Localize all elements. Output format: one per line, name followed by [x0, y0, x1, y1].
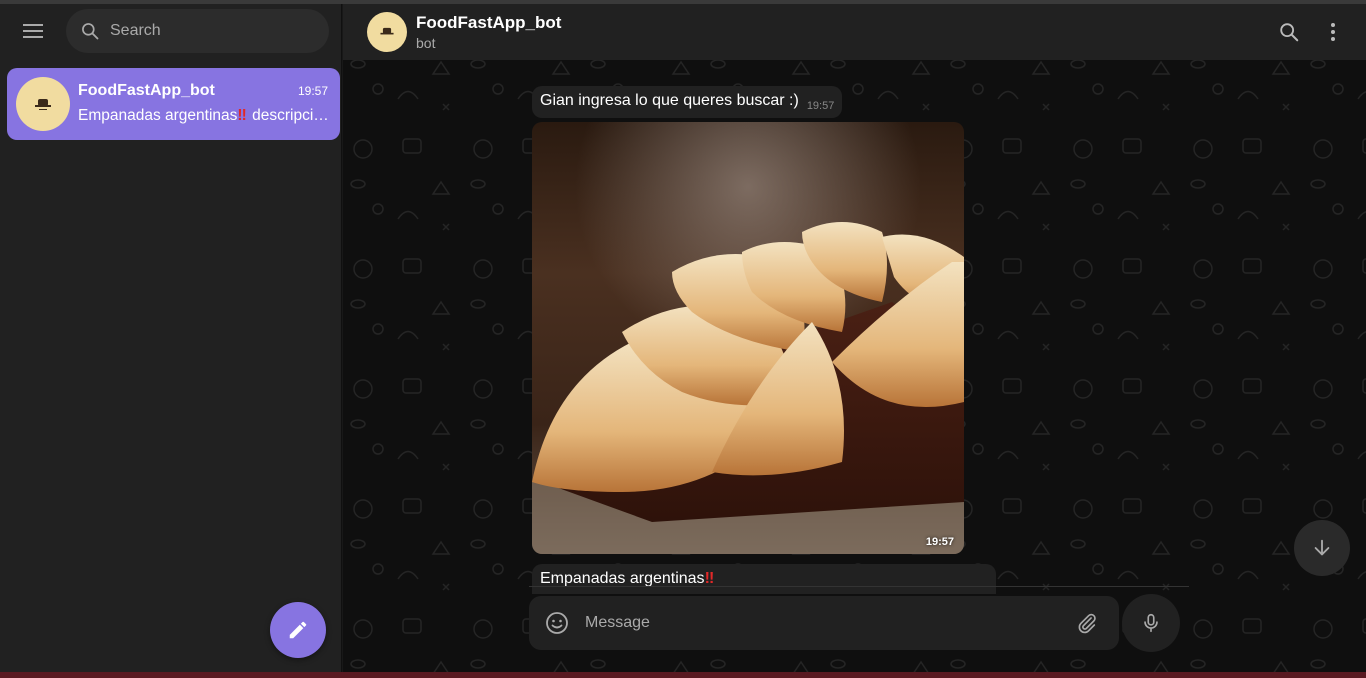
chat-preview-text: Empanadas argentinas	[78, 107, 238, 124]
search-input[interactable]: Search	[66, 9, 329, 53]
hat-icon	[380, 27, 394, 35]
window-bottom-border	[0, 672, 1366, 678]
message-bubble-partial[interactable]: Empanadas argentinas‼	[532, 564, 996, 594]
menu-button[interactable]	[14, 16, 52, 46]
message-text: Gian ingresa lo que queres buscar :)	[540, 92, 799, 109]
emoji-button[interactable]	[543, 609, 571, 637]
emoji-icon	[546, 612, 568, 634]
search-icon	[82, 23, 99, 40]
chat-panel: FoodFastApp_bot bot Gian ingresa lo que …	[343, 4, 1366, 672]
attach-button[interactable]	[1073, 609, 1101, 637]
message-input[interactable]: Message	[529, 596, 1119, 650]
chat-preview: Empanadas argentinas‼ descripción	[78, 107, 330, 125]
double-exclamation-emoji: ‼	[237, 107, 246, 124]
voice-record-button[interactable]	[1122, 594, 1180, 652]
header-avatar[interactable]	[367, 12, 407, 52]
chat-title: FoodFastApp_bot	[416, 13, 562, 32]
sidebar: Search FoodFastApp_bot 19:57 Empanadas a…	[0, 4, 342, 672]
arrow-down-icon	[1314, 539, 1330, 556]
chat-search-button[interactable]	[1275, 18, 1303, 46]
hat-icon	[35, 99, 51, 110]
message-placeholder: Message	[585, 614, 650, 631]
microphone-icon	[1144, 613, 1158, 633]
chat-header[interactable]: FoodFastApp_bot bot	[343, 4, 1366, 60]
message-text: Empanadas argentinas	[540, 570, 705, 587]
empanadas-image	[532, 122, 964, 554]
chat-time: 19:57	[297, 84, 328, 98]
paperclip-icon	[1078, 613, 1096, 634]
message-photo[interactable]: 19:57	[532, 122, 964, 554]
new-message-button[interactable]	[270, 602, 326, 658]
double-exclamation-emoji: ‼	[704, 570, 715, 587]
more-options-button[interactable]	[1319, 18, 1347, 46]
chat-name: FoodFastApp_bot	[78, 82, 215, 99]
chat-status: bot	[416, 35, 436, 51]
chat-list-item[interactable]: FoodFastApp_bot 19:57 Empanadas argentin…	[7, 68, 340, 140]
message-bubble[interactable]: Gian ingresa lo que queres buscar :) 19:5…	[532, 86, 843, 118]
more-vertical-icon	[1331, 23, 1335, 41]
message-time: 19:57	[806, 100, 835, 112]
chat-preview-rest: descripción	[247, 107, 330, 124]
pencil-icon	[289, 621, 307, 639]
scroll-to-bottom-button[interactable]	[1294, 520, 1350, 576]
chat-avatar	[16, 77, 70, 131]
composer-divider	[529, 586, 1189, 587]
search-placeholder: Search	[110, 22, 161, 39]
photo-time: 19:57	[925, 536, 954, 548]
search-icon	[1280, 23, 1299, 42]
menu-icon	[23, 24, 43, 38]
